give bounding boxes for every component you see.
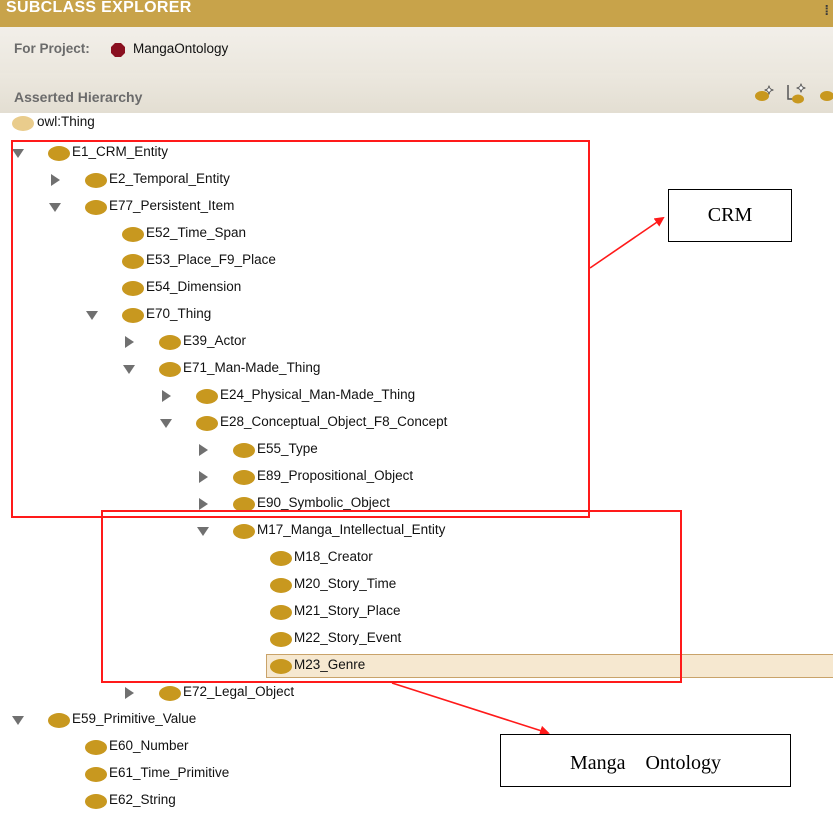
tree-node-e62-string[interactable]: E62_String [0,789,833,813]
create-sibling-class-button[interactable] [783,81,809,107]
create-subclass-icon [755,84,775,101]
panel-menu-icon[interactable]: ⁞ [824,2,829,18]
create-subclass-button[interactable] [752,81,778,107]
class-icon [85,740,107,755]
panel-title: SUBCLASS EXPLORER [6,0,192,16]
class-icon [85,767,107,782]
crm-callout: CRM [668,189,792,242]
tree-node-label[interactable]: E61_Time_Primitive [109,765,229,780]
tree-node-e59-primitive-value[interactable]: E59_Primitive_Value [0,708,833,732]
delete-class-button[interactable] [815,81,833,107]
project-icon [111,43,125,57]
tree-node-label[interactable]: E62_String [109,792,176,807]
create-sibling-class-icon [787,82,807,104]
tree-node-owl-thing[interactable]: owl:Thing [0,111,833,135]
delete-class-icon [820,91,833,101]
hierarchy-header: Asserted Hierarchy [0,73,833,113]
expand-triangle-right-icon[interactable] [123,687,135,699]
expand-triangle-down-icon[interactable] [12,714,24,726]
crm-highlight-box [11,140,590,518]
tree-node-label[interactable]: E59_Primitive_Value [72,711,196,726]
class-icon [48,713,70,728]
class-icon [12,116,34,131]
manga-ontology-callout: Manga Ontology [500,734,791,787]
tree-node-e72-legal-object[interactable]: E72_Legal_Object [0,681,833,705]
panel-title-bar: SUBCLASS EXPLORER ⁞ [0,0,833,27]
tree-node-label[interactable]: E60_Number [109,738,189,753]
project-name: MangaOntology [133,41,229,56]
class-icon [85,794,107,809]
tree-node-label[interactable]: owl:Thing [37,114,95,129]
project-bar: For Project: MangaOntology [0,27,833,73]
class-icon [159,686,181,701]
manga-highlight-box [101,510,682,683]
hierarchy-label: Asserted Hierarchy [14,89,143,105]
project-label: For Project: [14,41,90,56]
tree-node-label[interactable]: E72_Legal_Object [183,684,294,699]
